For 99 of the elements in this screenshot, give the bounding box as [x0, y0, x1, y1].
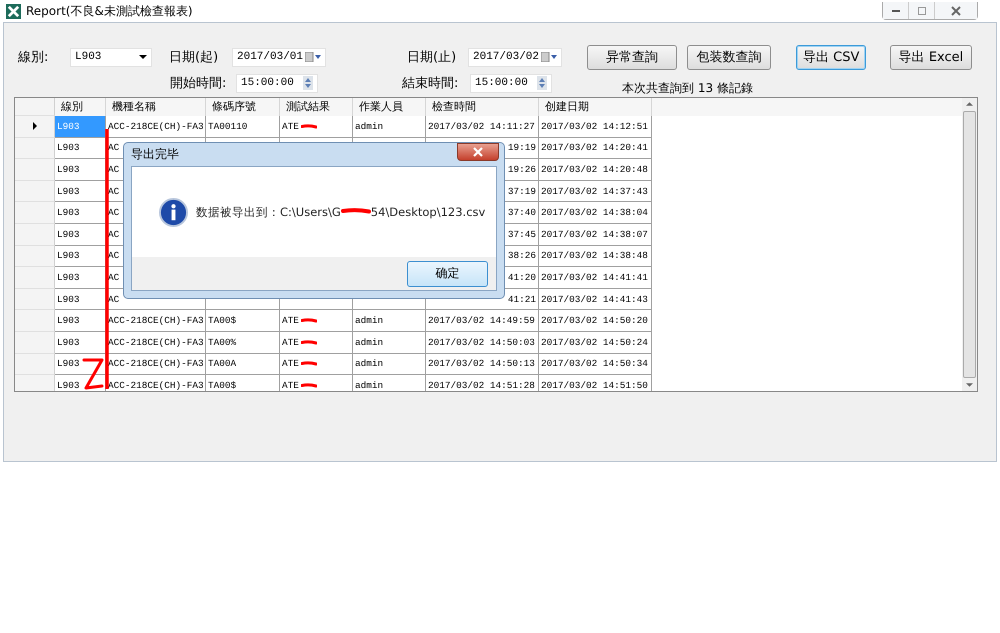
app-icon — [6, 4, 21, 18]
toolbar-button[interactable]: 导出 CSV — [796, 44, 866, 70]
table-cell: 2017/03/02 14:41:43 — [539, 288, 652, 310]
calendar-icon — [305, 52, 321, 62]
table-cell: TA00110 — [206, 116, 280, 138]
table-cell: 2017/03/02 14:50:13 — [426, 354, 539, 376]
scribble-mark — [300, 382, 317, 388]
table-cell: ATE — [280, 375, 353, 391]
table-cell: admin — [353, 116, 426, 138]
table-cell: 2017/03/02 14:38:48 — [539, 246, 652, 268]
start-date-picker[interactable]: 2017/03/01 — [232, 48, 326, 66]
end-date-picker[interactable]: 2017/03/02 — [468, 48, 562, 66]
caret-icon — [139, 55, 147, 59]
toolbar-button[interactable]: 包装数查詢 — [687, 44, 771, 70]
table-cell: TA00$ — [206, 375, 280, 391]
start-time-label: 開始時間: — [170, 75, 228, 92]
table-cell: TA00$ — [206, 310, 280, 332]
table-cell: L903 — [55, 180, 106, 202]
table-cell: admin — [353, 332, 426, 354]
table-cell: 2017/03/02 14:38:04 — [539, 202, 652, 224]
table-cell: ACC-218CE(CH)-FA3 — [106, 310, 206, 332]
end-date-label: 日期(止) — [407, 49, 458, 66]
column-header[interactable]: 作業人員 — [353, 98, 426, 116]
table-cell: 2017/03/02 14:51:28 — [426, 375, 539, 391]
column-header[interactable]: 機種名稱 — [106, 98, 206, 116]
scrollbar[interactable] — [962, 98, 977, 391]
close-button[interactable] — [935, 2, 977, 19]
table-cell: 2017/03/02 14:41:41 — [539, 267, 652, 289]
table-cell: 2017/03/02 14:50:34 — [539, 354, 652, 376]
minimize-button[interactable] — [883, 2, 909, 19]
table-cell: 2017/03/02 14:20:48 — [539, 159, 652, 181]
redaction-mark — [340, 208, 371, 214]
table-cell: L903 — [55, 224, 106, 246]
scribble-mark — [300, 361, 317, 366]
info-icon — [159, 198, 188, 226]
table-cell: ATE — [280, 354, 353, 376]
spinner-icon — [537, 76, 547, 90]
close-icon — [951, 6, 961, 16]
minimize-icon — [892, 10, 900, 12]
table-cell: 2017/03/02 14:20:41 — [539, 138, 652, 160]
table-cell: L903 — [55, 267, 106, 289]
table-cell: ACC-218CE(CH)-FA3 — [106, 116, 206, 138]
row-header[interactable] — [15, 116, 55, 138]
table-cell: 2017/03/02 14:50:03 — [426, 332, 539, 354]
table-cell: admin — [353, 354, 426, 376]
table-cell: ATE — [280, 332, 353, 354]
line-dropdown[interactable]: L903 — [70, 48, 152, 66]
spinner-icon — [303, 76, 313, 90]
table-cell: ATE — [280, 116, 353, 138]
table-cell: 2017/03/02 14:38:07 — [539, 224, 652, 246]
maximize-icon — [916, 6, 926, 16]
table-cell: ACC-218CE(CH)-FA3 — [106, 375, 206, 391]
end-time-label: 結束時間: — [402, 75, 460, 92]
table-cell: L903 — [55, 332, 106, 354]
calendar-icon — [541, 52, 557, 62]
record-count: 本次共查詢到 13 條記錄 — [622, 80, 753, 96]
ok-button[interactable]: 确定 — [407, 260, 488, 286]
table-cell: 2017/03/02 14:50:24 — [539, 332, 652, 354]
column-header[interactable]: 測試結果 — [280, 98, 353, 116]
table-cell: L903 — [55, 116, 106, 138]
column-header[interactable]: 條碼序號 — [206, 98, 280, 116]
scribble-mark — [300, 318, 317, 324]
table-cell: L903 — [55, 375, 106, 391]
table-cell: ATE — [280, 310, 353, 332]
window-title: Report(不良&未測試檢查報表) — [26, 2, 192, 20]
toolbar-button[interactable]: 异常查詢 — [587, 44, 677, 70]
table-cell: L903 — [55, 354, 106, 376]
toolbar-button[interactable]: 导出 Excel — [890, 44, 972, 70]
table-cell: ACC-218CE(CH)-FA3 — [106, 354, 206, 376]
table-cell: ACC-218CE(CH)-FA3 — [106, 332, 206, 354]
table-cell: 2017/03/02 14:50:20 — [539, 310, 652, 332]
scroll-down-icon — [966, 383, 973, 387]
table-cell: L903 — [55, 310, 106, 332]
start-time-spinner[interactable]: 15:00:00 — [236, 74, 318, 92]
end-time-spinner[interactable]: 15:00:00 — [470, 74, 552, 92]
table-cell: admin — [353, 375, 426, 391]
line-label: 線別: — [18, 49, 50, 66]
table-cell: TA00% — [206, 332, 280, 354]
start-date-label: 日期(起) — [169, 49, 220, 66]
close-button[interactable] — [457, 143, 499, 161]
column-header[interactable]: 创建日期 — [539, 98, 652, 116]
table-cell: 2017/03/02 14:37:43 — [539, 180, 652, 202]
scribble-mark — [300, 340, 317, 345]
table-cell: TA00A — [206, 354, 280, 376]
table-cell: 2017/03/02 14:51:50 — [539, 375, 652, 391]
table-cell: admin — [353, 310, 426, 332]
table-cell: 2017/03/02 14:49:59 — [426, 310, 539, 332]
table-cell: L903 — [55, 246, 106, 268]
table-cell: L903 — [55, 159, 106, 181]
table-cell: L903 — [55, 138, 106, 160]
annotation-drawing — [82, 358, 104, 390]
column-header[interactable]: 檢查時間 — [426, 98, 539, 116]
table-cell: 2017/03/02 14:12:51 — [539, 116, 652, 138]
scroll-up-icon — [966, 102, 973, 106]
scribble-mark — [300, 124, 317, 129]
table-cell: L903 — [55, 202, 106, 224]
table-cell: 2017/03/02 14:11:27 — [426, 116, 539, 138]
table-cell: L903 — [55, 288, 106, 310]
close-icon — [473, 147, 483, 157]
